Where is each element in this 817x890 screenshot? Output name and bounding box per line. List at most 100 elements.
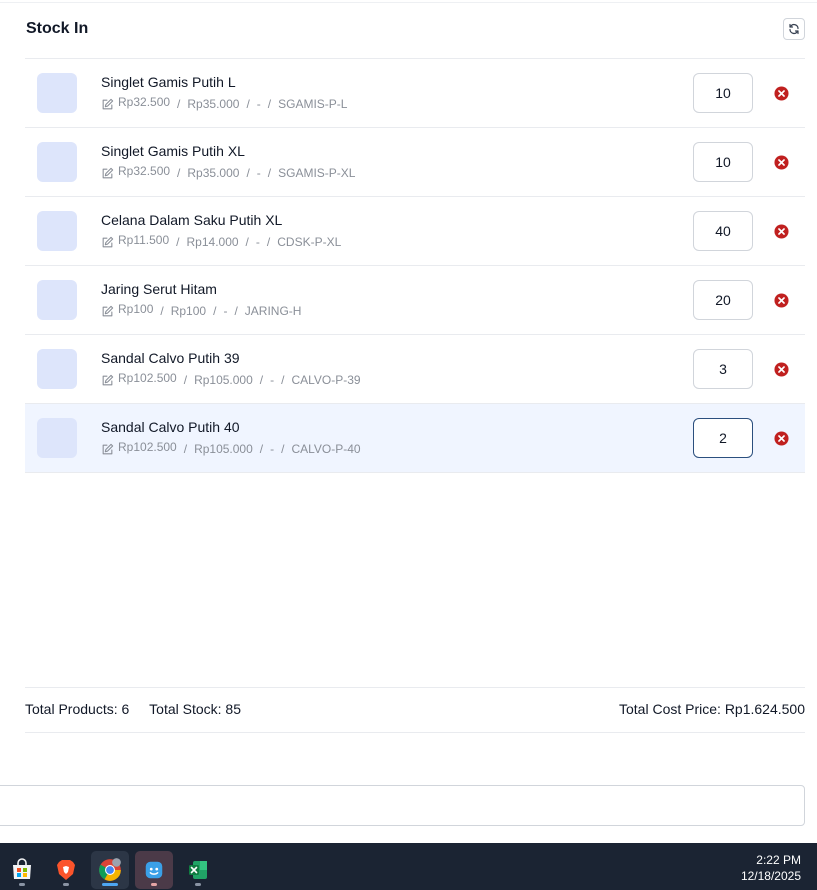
sku: CALVO-P-39	[291, 373, 361, 387]
bottom-input-field[interactable]	[0, 785, 805, 826]
cost-price[interactable]: Rp102.500	[118, 371, 177, 385]
quantity-input[interactable]	[693, 211, 753, 251]
taskbar-indicator	[19, 883, 25, 886]
summary-bar: Total Products: 6 Total Stock: 85 Total …	[25, 701, 805, 721]
total-cost-price: Total Cost Price: Rp1.624.500	[619, 701, 805, 717]
product-thumbnail	[37, 418, 77, 458]
separator: /	[245, 235, 249, 249]
product-name: Sandal Calvo Putih 40	[101, 419, 240, 435]
cost-price[interactable]: Rp32.500	[118, 95, 170, 109]
product-thumbnail	[37, 280, 77, 320]
sku: SGAMIS-P-XL	[278, 166, 356, 180]
quantity-input[interactable]	[693, 73, 753, 113]
separator: /	[177, 97, 181, 111]
total-stock: Total Stock: 85	[149, 701, 241, 717]
cost-price[interactable]: Rp32.500	[118, 164, 170, 178]
product-meta: Rp102.500 / Rp105.000 / - / CALVO-P-40	[101, 440, 361, 456]
product-thumbnail	[37, 73, 77, 113]
sku: CDSK-P-XL	[277, 235, 342, 249]
separator: /	[281, 373, 285, 387]
summary-divider	[25, 687, 805, 688]
edit-icon[interactable]	[101, 305, 114, 318]
product-row: Sandal Calvo Putih 40 Rp102.500 / Rp105.…	[25, 404, 805, 473]
separator: /	[183, 442, 188, 456]
refresh-button[interactable]	[783, 18, 805, 40]
product-thumbnail	[37, 142, 77, 182]
excel-icon	[189, 861, 207, 879]
refresh-icon	[789, 23, 799, 35]
quantity-input[interactable]	[693, 142, 753, 182]
cost-price[interactable]: Rp102.500	[118, 440, 177, 454]
clock-date: 12/18/2025	[740, 869, 801, 883]
separator: /	[267, 97, 272, 111]
stock-in-list: Singlet Gamis Putih L Rp32.500 / Rp35.00…	[25, 58, 805, 473]
taskbar-indicator	[63, 883, 69, 886]
sku: SGAMIS-P-L	[278, 97, 348, 111]
system-clock[interactable]: 2:22 PM 12/18/2025	[741, 852, 801, 884]
edit-icon[interactable]	[101, 443, 114, 456]
quantity-input[interactable]	[693, 280, 753, 320]
edit-icon[interactable]	[101, 98, 114, 111]
product-meta: Rp100 / Rp100 / - / JARING-H	[101, 302, 302, 318]
chrome-app-button[interactable]	[91, 851, 129, 889]
remove-icon[interactable]	[774, 431, 789, 446]
quantity-input[interactable]	[693, 418, 753, 458]
product-row: Singlet Gamis Putih XL Rp32.500 / Rp35.0…	[25, 128, 805, 197]
remove-icon[interactable]	[774, 293, 789, 308]
product-thumbnail	[37, 211, 77, 251]
stock-in-header: Stock In	[26, 18, 805, 42]
variant: -	[223, 304, 228, 318]
excel-app-button[interactable]	[179, 851, 217, 889]
separator: /	[281, 442, 285, 456]
quantity-input[interactable]	[693, 349, 753, 389]
separator: /	[234, 304, 238, 318]
product-meta: Rp32.500 / Rp35.000 / - / SGAMIS-P-L	[101, 95, 348, 111]
brave-browser-icon	[57, 860, 75, 880]
chrome-icon	[99, 858, 121, 881]
separator: /	[259, 442, 264, 456]
selling-price: Rp35.000	[187, 166, 240, 180]
variant: -	[256, 166, 261, 180]
edit-icon[interactable]	[101, 236, 114, 249]
store-app-button[interactable]	[3, 851, 41, 889]
taskbar-indicator	[102, 883, 118, 886]
top-divider	[0, 2, 817, 3]
cost-price[interactable]: Rp11.500	[118, 233, 169, 247]
page-title: Stock In	[26, 20, 89, 37]
product-thumbnail	[37, 349, 77, 389]
sku: JARING-H	[244, 304, 302, 318]
remove-icon[interactable]	[774, 362, 789, 377]
product-row: Jaring Serut Hitam Rp100 / Rp100 / - / J…	[25, 266, 805, 335]
product-name: Singlet Gamis Putih L	[101, 74, 236, 90]
pwa-app-button[interactable]	[135, 851, 173, 889]
product-meta: Rp11.500 / Rp14.000 / - / CDSK-P-XL	[101, 233, 342, 249]
edit-icon[interactable]	[101, 167, 114, 180]
brave-app-button[interactable]	[47, 851, 85, 889]
total-products: Total Products: 6	[25, 701, 130, 717]
product-row: Celana Dalam Saku Putih XL Rp11.500 / Rp…	[25, 197, 805, 266]
product-name: Celana Dalam Saku Putih XL	[101, 212, 283, 228]
edit-icon[interactable]	[101, 374, 114, 387]
product-row: Sandal Calvo Putih 39 Rp102.500 / Rp105.…	[25, 335, 805, 404]
product-name: Sandal Calvo Putih 39	[101, 350, 240, 366]
selling-price: Rp105.000	[194, 442, 253, 456]
separator: /	[213, 304, 217, 318]
separator: /	[259, 373, 264, 387]
variant: -	[256, 97, 261, 111]
product-row: Singlet Gamis Putih L Rp32.500 / Rp35.00…	[25, 59, 805, 128]
separator: /	[177, 166, 181, 180]
product-meta: Rp102.500 / Rp105.000 / - / CALVO-P-39	[101, 371, 361, 387]
product-name: Jaring Serut Hitam	[101, 281, 217, 297]
sku: CALVO-P-40	[291, 442, 361, 456]
taskbar-indicator	[195, 883, 201, 886]
remove-icon[interactable]	[774, 155, 789, 170]
remove-icon[interactable]	[774, 224, 789, 239]
taskbar: 2:22 PM 12/18/2025	[0, 843, 817, 890]
remove-icon[interactable]	[774, 86, 789, 101]
app-icon	[145, 861, 163, 879]
cost-price[interactable]: Rp100	[118, 302, 153, 316]
selling-price: Rp35.000	[187, 97, 240, 111]
separator: /	[160, 304, 164, 318]
variant: -	[270, 442, 275, 456]
variant: -	[255, 235, 260, 249]
